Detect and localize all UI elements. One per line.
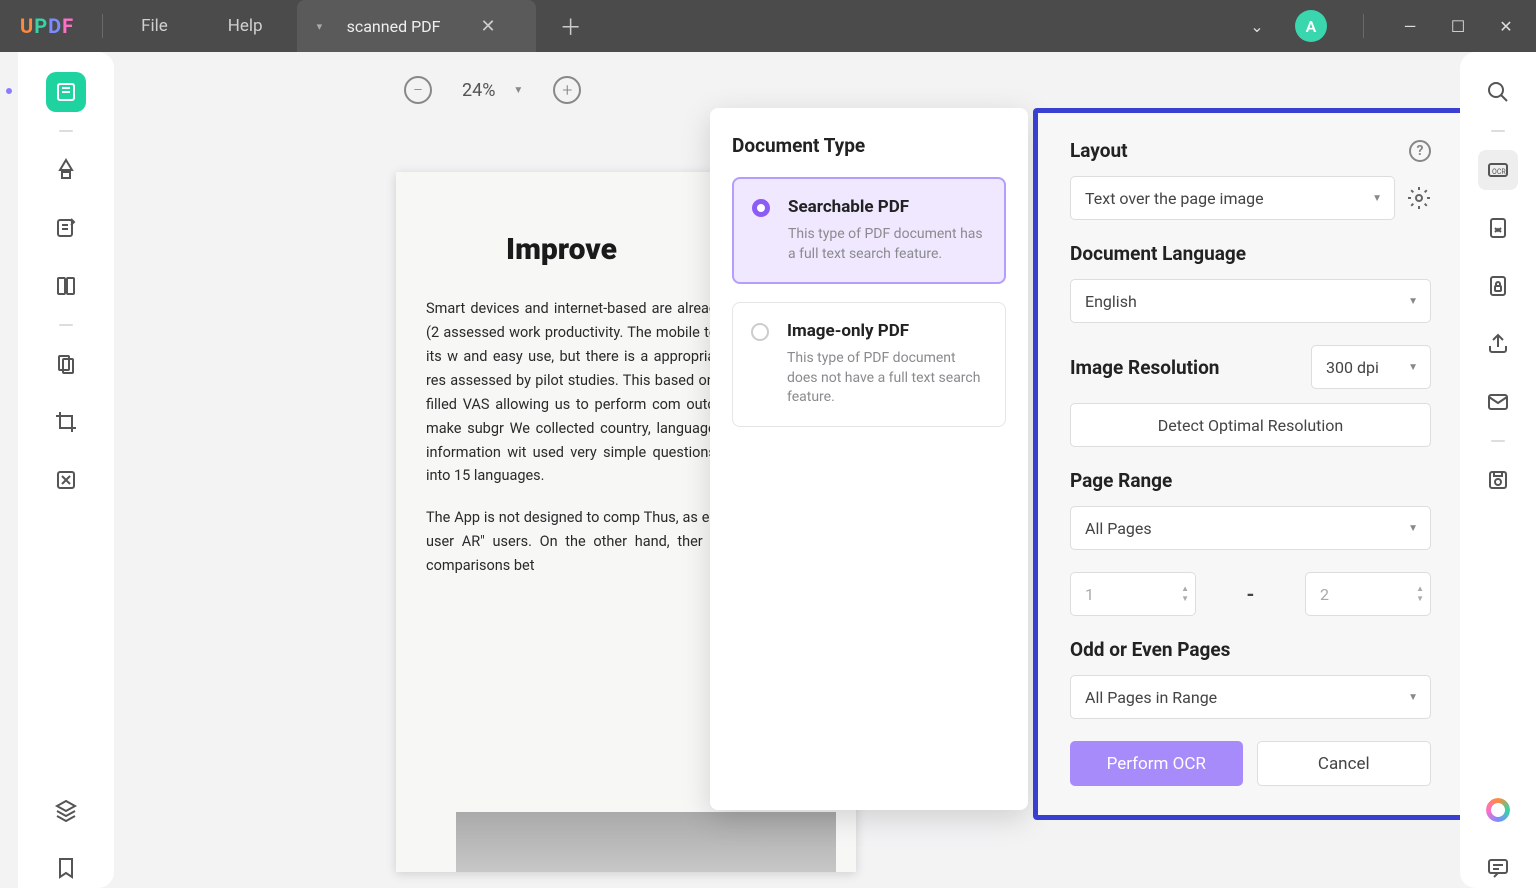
crop-tool[interactable] bbox=[46, 402, 86, 442]
layers-tool[interactable] bbox=[46, 790, 86, 830]
save-icon[interactable] bbox=[1478, 460, 1518, 500]
option-title: Searchable PDF bbox=[788, 197, 986, 217]
bookmark-tool[interactable] bbox=[46, 848, 86, 888]
page-from-input[interactable]: 1 ▲▼ bbox=[1070, 572, 1196, 616]
language-label: Document Language bbox=[1070, 242, 1431, 265]
document-type-title: Document Type bbox=[732, 134, 1006, 157]
zoom-dropdown-icon[interactable]: ▼ bbox=[513, 85, 523, 96]
dropdown-arrow-icon: ▼ bbox=[1372, 193, 1382, 204]
layout-select[interactable]: Text over the page image▼ bbox=[1070, 176, 1395, 220]
reader-tool[interactable] bbox=[46, 72, 86, 112]
menu-help[interactable]: Help bbox=[198, 16, 293, 36]
tab-dropdown-icon[interactable]: ▾ bbox=[317, 20, 323, 33]
help-icon[interactable]: ? bbox=[1409, 140, 1431, 162]
page-range-label: Page Range bbox=[1070, 469, 1431, 492]
cancel-button[interactable]: Cancel bbox=[1257, 741, 1432, 786]
tab-document[interactable]: ▾ scanned PDF ✕ bbox=[297, 0, 536, 52]
window-minimize-button[interactable]: — bbox=[1400, 17, 1420, 36]
comment-icon[interactable] bbox=[1478, 848, 1518, 888]
titlebar: UPDF File Help ▾ scanned PDF ✕ ＋ ⌄ A — ☐… bbox=[0, 0, 1536, 52]
gear-icon[interactable] bbox=[1407, 186, 1431, 210]
ocr-settings-panel: Layout ? Text over the page image▼ Docum… bbox=[1033, 108, 1460, 820]
tab-add-button[interactable]: ＋ bbox=[540, 10, 602, 42]
highlight-tool[interactable] bbox=[46, 150, 86, 190]
page-range-select[interactable]: All Pages▼ bbox=[1070, 506, 1431, 550]
resolution-label: Image Resolution bbox=[1070, 356, 1219, 379]
menu-file[interactable]: File bbox=[111, 16, 198, 36]
option-searchable-pdf[interactable]: Searchable PDF This type of PDF document… bbox=[732, 177, 1006, 284]
option-desc: This type of PDF document does not have … bbox=[787, 349, 987, 408]
option-desc: This type of PDF document has a full tex… bbox=[788, 225, 986, 264]
page-indicator-dot bbox=[6, 88, 12, 94]
layout-label: Layout bbox=[1070, 139, 1128, 162]
app-logo: UPDF bbox=[0, 14, 94, 38]
option-image-only-pdf[interactable]: Image-only PDF This type of PDF document… bbox=[732, 302, 1006, 427]
redact-tool[interactable] bbox=[46, 460, 86, 500]
pages-tool[interactable] bbox=[46, 266, 86, 306]
page-to-input[interactable]: 2 ▲▼ bbox=[1305, 572, 1431, 616]
stepper-down-icon[interactable]: ▼ bbox=[1181, 595, 1189, 603]
edit-tool[interactable] bbox=[46, 208, 86, 248]
document-type-panel: Document Type Searchable PDF This type o… bbox=[710, 108, 1028, 810]
email-icon[interactable] bbox=[1478, 382, 1518, 422]
zoom-out-button[interactable]: − bbox=[404, 76, 432, 104]
document-viewport: − 24%▼ + Improve Smart devices and inter… bbox=[114, 52, 1460, 888]
organize-tool[interactable] bbox=[46, 344, 86, 384]
svg-text:OCR: OCR bbox=[1492, 168, 1506, 176]
ocr-icon[interactable]: OCR bbox=[1478, 150, 1518, 190]
zoom-in-button[interactable]: + bbox=[553, 76, 581, 104]
zoom-value[interactable]: 24%▼ bbox=[462, 80, 523, 101]
protect-icon[interactable] bbox=[1478, 266, 1518, 306]
window-maximize-button[interactable]: ☐ bbox=[1448, 17, 1468, 36]
detect-resolution-button[interactable]: Detect Optimal Resolution bbox=[1070, 403, 1431, 447]
left-toolbar bbox=[18, 52, 114, 888]
dropdown-arrow-icon: ▼ bbox=[1408, 692, 1418, 703]
odd-even-select[interactable]: All Pages in Range▼ bbox=[1070, 675, 1431, 719]
search-icon[interactable] bbox=[1478, 72, 1518, 112]
radio-selected-icon bbox=[752, 199, 770, 217]
ai-assistant-icon[interactable] bbox=[1478, 790, 1518, 830]
stepper-up-icon[interactable]: ▲ bbox=[1416, 585, 1424, 593]
tab-close-icon[interactable]: ✕ bbox=[481, 16, 496, 37]
dropdown-arrow-icon: ▼ bbox=[1408, 362, 1418, 373]
dropdown-arrow-icon: ▼ bbox=[1408, 296, 1418, 307]
resolution-select[interactable]: 300 dpi▼ bbox=[1311, 345, 1431, 389]
window-close-button[interactable]: ✕ bbox=[1496, 17, 1516, 36]
radio-unselected-icon bbox=[751, 323, 769, 341]
page-image-placeholder bbox=[456, 812, 836, 872]
odd-even-label: Odd or Even Pages bbox=[1070, 638, 1431, 661]
tab-label: scanned PDF bbox=[347, 17, 441, 36]
avatar[interactable]: A bbox=[1295, 10, 1327, 42]
convert-icon[interactable] bbox=[1478, 208, 1518, 248]
chevron-down-icon[interactable]: ⌄ bbox=[1247, 17, 1267, 36]
range-dash: - bbox=[1214, 582, 1287, 606]
language-select[interactable]: English▼ bbox=[1070, 279, 1431, 323]
zoom-controls: − 24%▼ + bbox=[404, 76, 581, 104]
share-icon[interactable] bbox=[1478, 324, 1518, 364]
dropdown-arrow-icon: ▼ bbox=[1408, 523, 1418, 534]
perform-ocr-button[interactable]: Perform OCR bbox=[1070, 741, 1243, 786]
option-title: Image-only PDF bbox=[787, 321, 987, 341]
stepper-down-icon[interactable]: ▼ bbox=[1416, 595, 1424, 603]
stepper-up-icon[interactable]: ▲ bbox=[1181, 585, 1189, 593]
right-toolbar: OCR bbox=[1460, 52, 1536, 888]
